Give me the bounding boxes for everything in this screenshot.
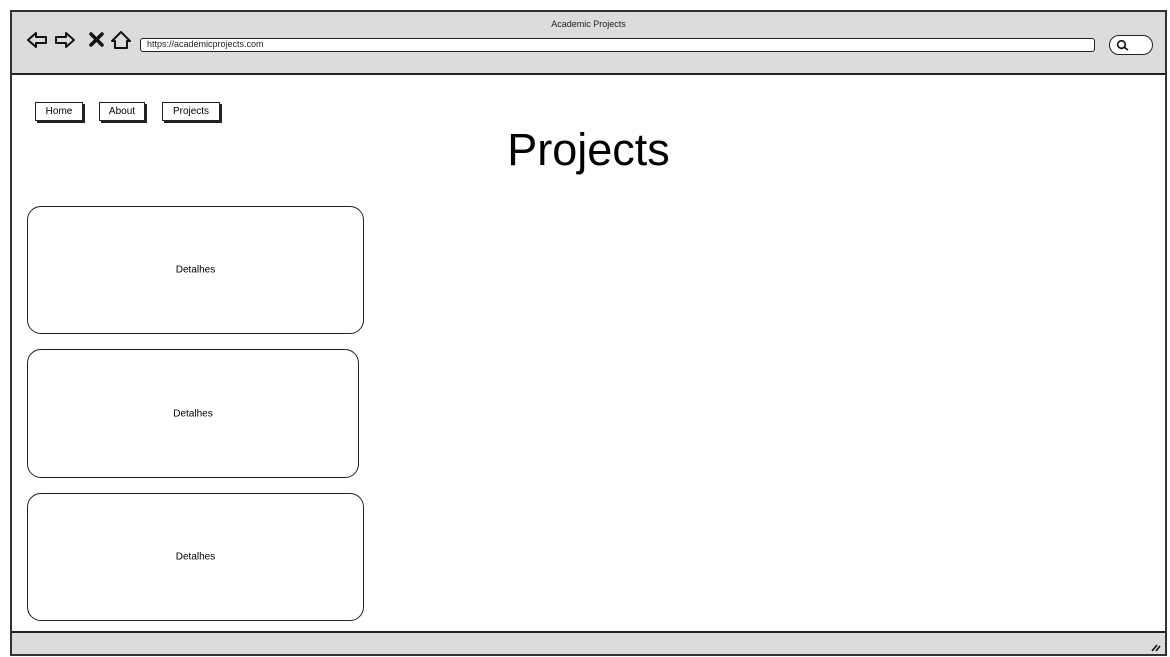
project-card-label: Detalhes xyxy=(175,551,216,563)
nav-about-link[interactable]: About xyxy=(99,102,145,121)
resize-grip-icon[interactable] xyxy=(1149,640,1161,652)
project-card-label: Detalhes xyxy=(175,264,216,276)
project-card-1[interactable]: Detalhes xyxy=(27,206,364,334)
project-card-2[interactable]: Detalhes xyxy=(27,349,359,478)
window-title: Academic Projects xyxy=(551,19,626,29)
nav-projects-link[interactable]: Projects xyxy=(162,102,220,121)
status-bar xyxy=(12,631,1165,654)
address-bar[interactable]: https://academicprojects.com xyxy=(140,38,1095,52)
nav-home-link[interactable]: Home xyxy=(35,102,83,121)
close-icon[interactable] xyxy=(86,29,108,51)
back-arrow-icon[interactable] xyxy=(26,29,48,51)
forward-arrow-icon[interactable] xyxy=(54,29,76,51)
search-button[interactable] xyxy=(1109,35,1153,55)
home-icon[interactable] xyxy=(110,29,132,51)
browser-toolbar: Academic Projects https://academicprojec… xyxy=(12,12,1165,75)
page-title: Projects xyxy=(507,124,670,175)
browser-window: Academic Projects https://academicprojec… xyxy=(10,10,1167,656)
project-card-3[interactable]: Detalhes xyxy=(27,493,364,621)
search-icon xyxy=(1116,39,1129,51)
project-card-label: Detalhes xyxy=(173,408,213,419)
